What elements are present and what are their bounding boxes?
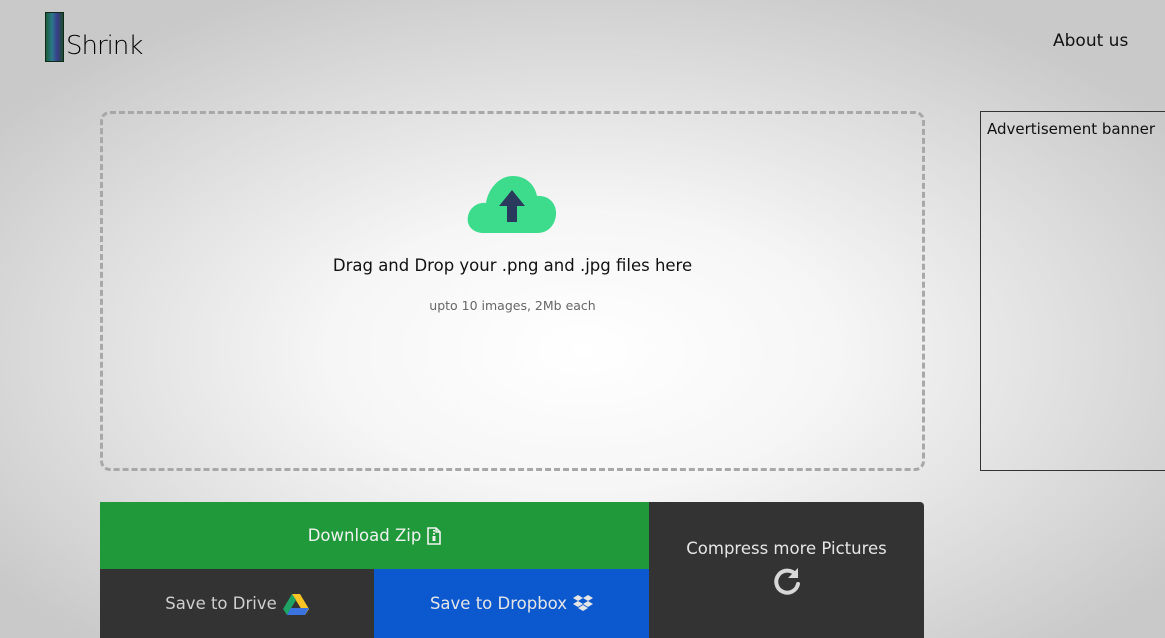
dropzone[interactable]: [100, 111, 925, 471]
dropbox-icon: [573, 594, 594, 613]
logo[interactable]: Shrink: [45, 12, 155, 64]
advertisement-banner: Advertisement banner: [980, 111, 1165, 471]
logo-mark: [45, 12, 64, 62]
download-zip-label: Download Zip: [307, 526, 422, 545]
ad-label: Advertisement banner: [987, 120, 1156, 138]
dropzone-title: Drag and Drop your .png and .jpg files h…: [332, 256, 693, 275]
compress-more-button[interactable]: Compress more Pictures: [649, 502, 924, 638]
dropzone-subtitle: upto 10 images, 2Mb each: [429, 298, 596, 313]
zip-file-icon: [427, 526, 442, 545]
nav-about-link[interactable]: About us: [1053, 31, 1128, 51]
save-to-dropbox-button[interactable]: Save to Dropbox: [374, 569, 649, 638]
refresh-icon: [771, 566, 803, 602]
download-zip-button[interactable]: Download Zip: [100, 502, 649, 569]
compress-more-label: Compress more Pictures: [686, 538, 887, 558]
save-to-dropbox-label: Save to Dropbox: [429, 594, 568, 613]
save-to-drive-label: Save to Drive: [165, 594, 277, 613]
logo-text: Shrink: [66, 31, 143, 61]
save-to-drive-button[interactable]: Save to Drive: [100, 569, 374, 638]
cloud-upload-icon: [467, 176, 557, 233]
google-drive-icon: [282, 593, 309, 615]
